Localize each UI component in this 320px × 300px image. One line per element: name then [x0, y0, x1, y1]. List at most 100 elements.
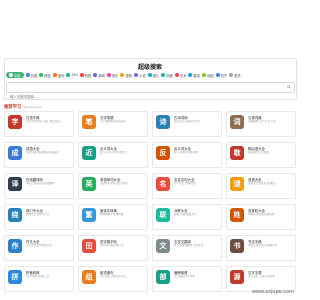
- tab-icon: [106, 73, 111, 77]
- site-logo: 名: [156, 177, 170, 191]
- site-description: 汉字笔顺笔画动画演示: [100, 120, 126, 123]
- site-logo: 拼: [8, 270, 22, 284]
- site-logo: 诗: [156, 115, 170, 129]
- site-description: 成语词典 成语故事 成语接龙: [26, 151, 59, 154]
- tab-label: 新闻: [98, 73, 105, 78]
- tab-13[interactable]: 翻译: [188, 73, 200, 78]
- search-category-tabs: 全部 百度 微信 搜狗 360 购物 新闻 音乐 视频 小说 图片 网盘 学术 翻译 地图 知乎 更多: [6, 71, 294, 79]
- tab-8[interactable]: 视频: [120, 73, 132, 78]
- tab-icon: [79, 73, 84, 77]
- site-logo: 歇: [230, 146, 244, 160]
- site-description: 中国姓氏来源起源查询: [248, 213, 274, 216]
- site-card[interactable]: 部偏旁部首 汉字偏旁部首查询: [152, 266, 222, 292]
- tab-11[interactable]: 网盘: [161, 73, 173, 78]
- site-logo: 谜: [230, 177, 244, 191]
- site-card[interactable]: 书书法字典 书法字体查询 篆隶楷行草: [226, 235, 296, 261]
- site-card[interactable]: 繁繁体字转换 简体繁体字在线转换: [78, 204, 148, 230]
- site-card[interactable]: 组组词造句 汉字组词 词语造句大全: [78, 266, 148, 292]
- tab-label: 更多: [234, 73, 241, 78]
- search-icon[interactable]: [287, 85, 291, 89]
- site-grid: 字汉语字典 汉字查询 拼音 部首 笔画 组词笔汉字笔顺 汉字笔顺笔画动画演示诗古诗词…: [4, 111, 296, 292]
- tab-15[interactable]: 知乎: [215, 73, 227, 78]
- site-logo: 成: [8, 146, 22, 160]
- tab-16[interactable]: 更多: [229, 73, 241, 78]
- tab-icon: [174, 73, 179, 77]
- site-card[interactable]: 名名言名句大全 名人名言 经典语录: [152, 173, 222, 199]
- tab-label: 微信: [44, 73, 51, 78]
- tab-4[interactable]: 360: [66, 73, 78, 77]
- tab-label: 学术: [179, 73, 187, 78]
- tab-icon: [215, 73, 220, 77]
- site-description: 歇后语大全及答案: [248, 151, 269, 154]
- tab-label: 搜狗: [57, 73, 65, 78]
- tab-12[interactable]: 学术: [174, 73, 187, 78]
- site-logo: 组: [82, 270, 96, 284]
- tab-icon: [147, 73, 152, 77]
- tab-0[interactable]: 全部: [6, 72, 24, 78]
- site-description: 汉字偏旁部首查询: [174, 275, 195, 278]
- site-logo: 书: [230, 239, 244, 253]
- tab-label: 全部: [14, 73, 21, 78]
- site-card[interactable]: 笔汉字笔顺 汉字笔顺笔画动画演示: [78, 111, 148, 137]
- section-subheading: Recommend: [23, 105, 42, 109]
- site-logo: 姓: [230, 208, 244, 222]
- tab-10[interactable]: 图片: [147, 73, 160, 78]
- site-description: 谜语大全及答案 猜谜语: [248, 182, 275, 185]
- site-description: 小学初中高中作文范文: [26, 244, 52, 247]
- site-card[interactable]: 谜谜语大全 谜语大全及答案 猜谜语: [226, 173, 296, 199]
- tab-icon: [229, 73, 234, 77]
- tab-14[interactable]: 地图: [202, 73, 214, 78]
- site-logo: 词: [230, 115, 244, 129]
- watermark: www.ezjupe.com: [251, 289, 294, 295]
- site-logo: 田: [82, 239, 96, 253]
- site-card[interactable]: 联对联大全 春联 对联 横批大全: [152, 204, 222, 230]
- tab-1[interactable]: 百度: [25, 73, 37, 78]
- tab-icon: [66, 73, 71, 77]
- site-card[interactable]: 英英语单词大全 英语单词查询 发音 例句: [78, 173, 148, 199]
- site-description: 经典绕口令练习大全: [26, 213, 50, 216]
- site-card[interactable]: 作作文大全 小学初中高中作文范文: [4, 235, 74, 261]
- site-logo: 文: [156, 239, 170, 253]
- site-card[interactable]: 诗古诗词网 唐诗宋词元曲古文大全: [152, 111, 222, 137]
- site-description: 汉字转拼音在线工具: [26, 275, 50, 278]
- site-card[interactable]: 词汉语词典 词语解释 近义词 反义词: [226, 111, 296, 137]
- site-description: 汉字演变 字源字形查询: [248, 275, 275, 278]
- site-card[interactable]: 字汉语字典 汉字查询 拼音 部首 笔画 组词: [4, 111, 74, 137]
- tab-5[interactable]: 购物: [79, 73, 91, 78]
- tab-label: 图片: [152, 73, 160, 78]
- site-card[interactable]: 姓百家姓大全 中国姓氏来源起源查询: [226, 204, 296, 230]
- site-logo: 绕: [8, 208, 22, 222]
- search-input[interactable]: [7, 93, 283, 101]
- site-description: 简体繁体字在线转换: [100, 213, 124, 216]
- site-logo: 译: [8, 177, 22, 191]
- tab-label: 翻译: [193, 73, 201, 78]
- tab-6[interactable]: 新闻: [93, 73, 105, 78]
- site-description: 近义词 同义词查询大全: [100, 151, 127, 154]
- site-description: 汉字查询 拼音 部首 笔画 组词: [26, 120, 61, 123]
- site-description: 田字格字帖生成打印: [100, 244, 124, 247]
- site-card[interactable]: 田田字格字帖 田字格字帖生成打印: [78, 235, 148, 261]
- tab-2[interactable]: 微信: [39, 73, 51, 78]
- site-description: 书法字体查询 篆隶楷行草: [248, 244, 278, 247]
- site-card[interactable]: 反反义词大全 反义词查询 词语对照: [152, 142, 222, 168]
- site-logo: 繁: [82, 208, 96, 222]
- tab-icon: [39, 73, 44, 77]
- site-card[interactable]: 歇歇后语大全 歇后语大全及答案: [226, 142, 296, 168]
- site-logo: 反: [156, 146, 170, 160]
- tab-label: 360: [71, 73, 78, 77]
- tab-icon: [52, 73, 57, 77]
- tab-3[interactable]: 搜狗: [52, 73, 65, 78]
- tab-icon: [161, 73, 166, 77]
- site-card[interactable]: 译在线翻译网 中英日韩多语言在线翻译: [4, 173, 74, 199]
- tab-9[interactable]: 小说: [134, 73, 146, 78]
- tab-7[interactable]: 音乐: [106, 73, 118, 78]
- site-card[interactable]: 文文言文翻译 文言文在线翻译 古文译注: [152, 235, 222, 261]
- tab-label: 网盘: [166, 73, 173, 78]
- site-card[interactable]: 绕绕口令大全 经典绕口令练习大全: [4, 204, 74, 230]
- site-description: 英语单词查询 发音 例句: [100, 182, 128, 185]
- site-card[interactable]: 近近义词大全 近义词 同义词查询大全: [78, 142, 148, 168]
- site-description: 汉字组词 词语造句大全: [100, 275, 127, 278]
- site-card[interactable]: 成成语大全 成语词典 成语故事 成语接龙: [4, 142, 74, 168]
- tab-icon: [202, 73, 207, 77]
- site-card[interactable]: 拼拼音转换 汉字转拼音在线工具: [4, 266, 74, 292]
